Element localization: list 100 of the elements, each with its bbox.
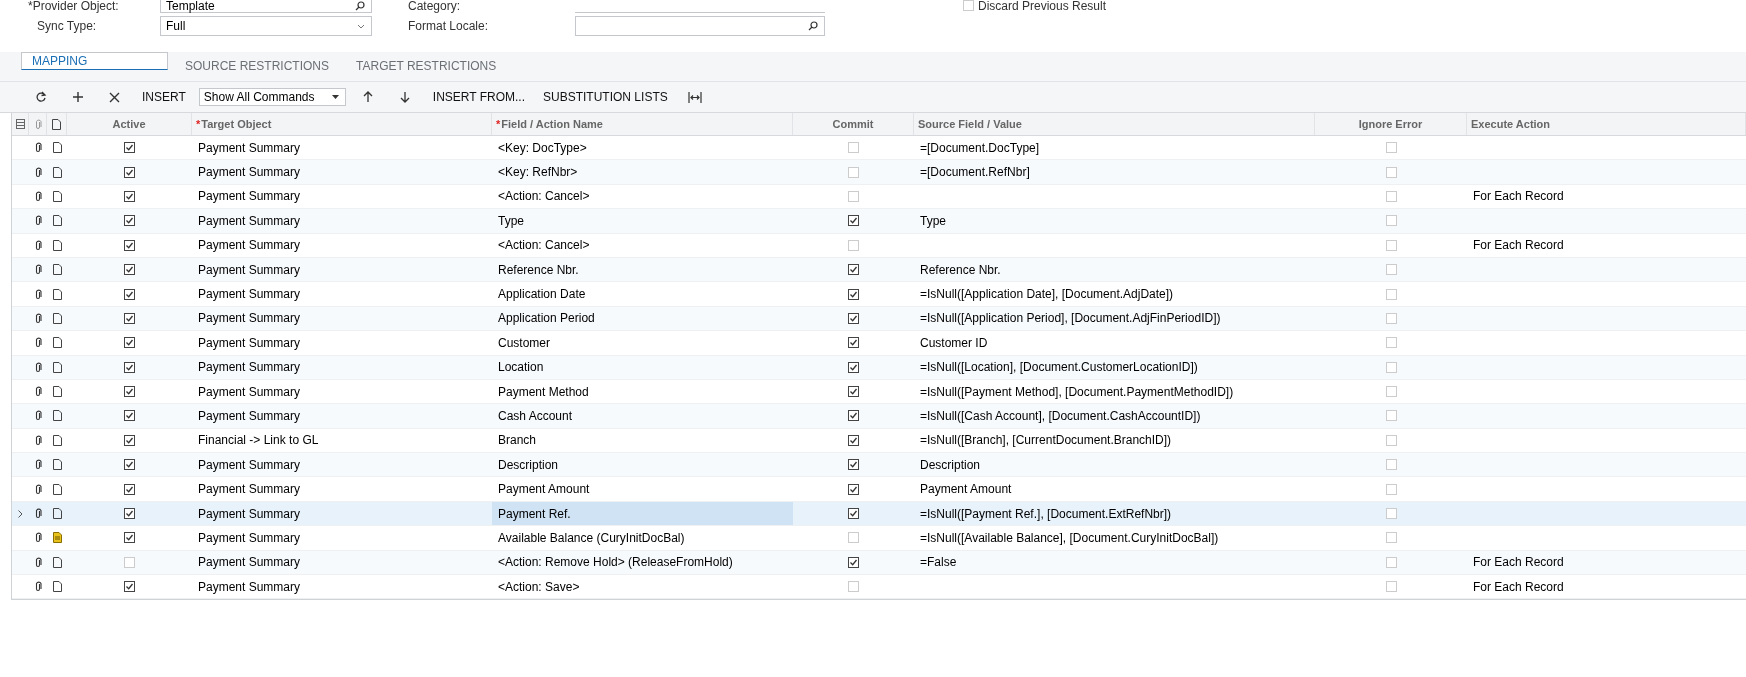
checkbox[interactable] xyxy=(848,434,859,446)
checkbox[interactable] xyxy=(124,361,135,373)
checkbox[interactable] xyxy=(848,288,859,300)
paperclip-icon[interactable] xyxy=(34,459,42,471)
paperclip-icon[interactable] xyxy=(34,410,42,422)
checkbox[interactable] xyxy=(848,215,859,227)
lookup-field[interactable] xyxy=(575,16,825,36)
checkbox[interactable] xyxy=(124,581,135,593)
checkbox[interactable] xyxy=(124,459,135,471)
column-header[interactable]: Execute Action xyxy=(1471,118,1551,130)
paperclip-icon[interactable] xyxy=(34,556,42,568)
insert-button[interactable]: INSERT xyxy=(133,85,195,109)
row-pointer-icon xyxy=(18,509,23,518)
checkbox[interactable] xyxy=(848,483,859,495)
substitution-lists-button[interactable]: SUBSTITUTION LISTS xyxy=(534,85,677,109)
paperclip-icon[interactable] xyxy=(34,483,42,495)
document-icon[interactable] xyxy=(52,215,62,227)
command-filter-dropdown[interactable]: Show All Commands xyxy=(198,88,346,106)
document-icon[interactable] xyxy=(52,483,62,495)
checkbox[interactable] xyxy=(124,312,135,324)
document-icon[interactable] xyxy=(52,312,62,324)
paperclip-icon[interactable] xyxy=(34,581,42,593)
paperclip-icon[interactable] xyxy=(34,264,42,276)
column-header[interactable]: Ignore Error xyxy=(1358,118,1423,130)
paperclip-icon[interactable] xyxy=(34,288,42,300)
document-icon[interactable] xyxy=(52,508,62,520)
insert-from-button[interactable]: INSERT FROM... xyxy=(423,85,535,109)
column-header[interactable]: Active xyxy=(112,118,146,130)
checkbox[interactable] xyxy=(124,483,135,495)
document-icon[interactable] xyxy=(52,288,62,300)
document-icon[interactable] xyxy=(52,190,62,202)
paperclip-icon[interactable] xyxy=(34,386,42,398)
column-header[interactable]: *Target Object xyxy=(196,118,272,130)
checkbox[interactable] xyxy=(124,215,135,227)
paperclip-icon[interactable] xyxy=(34,361,42,373)
checkbox[interactable] xyxy=(848,386,859,398)
table-cell: Payment Summary xyxy=(198,457,301,472)
checkbox[interactable] xyxy=(124,190,135,202)
checkbox[interactable] xyxy=(124,410,135,422)
checkbox[interactable] xyxy=(848,556,859,568)
checkbox[interactable] xyxy=(848,264,859,276)
table-cell: <Key: RefNbr> xyxy=(498,165,578,180)
paperclip-icon[interactable] xyxy=(34,312,42,324)
tab[interactable]: TARGET RESTRICTIONS xyxy=(343,52,510,81)
document-icon[interactable] xyxy=(52,459,62,471)
document-icon[interactable] xyxy=(52,581,62,593)
document-icon[interactable] xyxy=(52,434,62,446)
checkbox[interactable] xyxy=(124,337,135,349)
table-cell: =[Document.RefNbr] xyxy=(920,165,1030,180)
tab[interactable]: SOURCE RESTRICTIONS xyxy=(172,52,342,81)
tab[interactable]: MAPPING xyxy=(21,52,168,70)
paperclip-icon[interactable] xyxy=(34,166,42,178)
checkbox[interactable] xyxy=(124,434,135,446)
document-icon[interactable] xyxy=(52,337,62,349)
checkbox[interactable] xyxy=(848,312,859,324)
checkbox[interactable] xyxy=(848,410,859,422)
table-cell: =IsNull([Available Balance], [Document.CuryInitDocBal]) xyxy=(920,530,1219,545)
checkbox[interactable] xyxy=(848,459,859,471)
checkbox[interactable] xyxy=(124,142,135,154)
column-header[interactable]: *Field / Action Name xyxy=(496,118,603,130)
table-cell: <Action: Save> xyxy=(498,579,580,594)
paperclip-icon[interactable] xyxy=(34,532,42,544)
document-icon[interactable] xyxy=(52,142,62,154)
document-icon[interactable] xyxy=(52,386,62,398)
checkbox[interactable] xyxy=(124,532,135,544)
checkbox[interactable] xyxy=(124,288,135,300)
paperclip-icon[interactable] xyxy=(34,142,42,154)
table-cell: Available Balance (CuryInitDocBal) xyxy=(498,530,685,545)
column-header[interactable]: Commit xyxy=(832,118,874,130)
checkbox[interactable] xyxy=(124,166,135,178)
column-header[interactable]: Source Field / Value xyxy=(918,118,1022,130)
checkbox[interactable] xyxy=(124,386,135,398)
paperclip-icon[interactable] xyxy=(34,434,42,446)
table-cell: Payment Summary xyxy=(198,140,301,155)
checkbox[interactable] xyxy=(848,361,859,373)
document-icon[interactable] xyxy=(52,239,62,251)
paperclip-icon[interactable] xyxy=(34,508,42,520)
paperclip-icon[interactable] xyxy=(34,190,42,202)
note-icon[interactable] xyxy=(52,532,62,544)
checkbox[interactable] xyxy=(124,264,135,276)
document-icon[interactable] xyxy=(52,361,62,373)
document-icon[interactable] xyxy=(52,410,62,422)
dropdown-field[interactable]: Full xyxy=(160,16,372,36)
checkbox[interactable] xyxy=(848,337,859,349)
table-cell: Payment Summary xyxy=(198,189,301,204)
table-cell: Payment Summary xyxy=(198,311,301,326)
document-icon[interactable] xyxy=(52,556,62,568)
document-icon[interactable] xyxy=(52,166,62,178)
lookup-field[interactable]: Template xyxy=(160,0,372,13)
refresh-icon xyxy=(34,91,47,103)
arrow-down-icon xyxy=(400,91,411,103)
checkbox[interactable] xyxy=(124,239,135,251)
row-layout-icon[interactable] xyxy=(15,119,25,129)
paperclip-icon[interactable] xyxy=(34,215,42,227)
checkbox[interactable] xyxy=(848,508,859,520)
table-cell: For Each Record xyxy=(1473,238,1564,253)
paperclip-icon[interactable] xyxy=(34,337,42,349)
checkbox[interactable] xyxy=(124,508,135,520)
paperclip-icon[interactable] xyxy=(34,239,42,251)
document-icon[interactable] xyxy=(52,264,62,276)
